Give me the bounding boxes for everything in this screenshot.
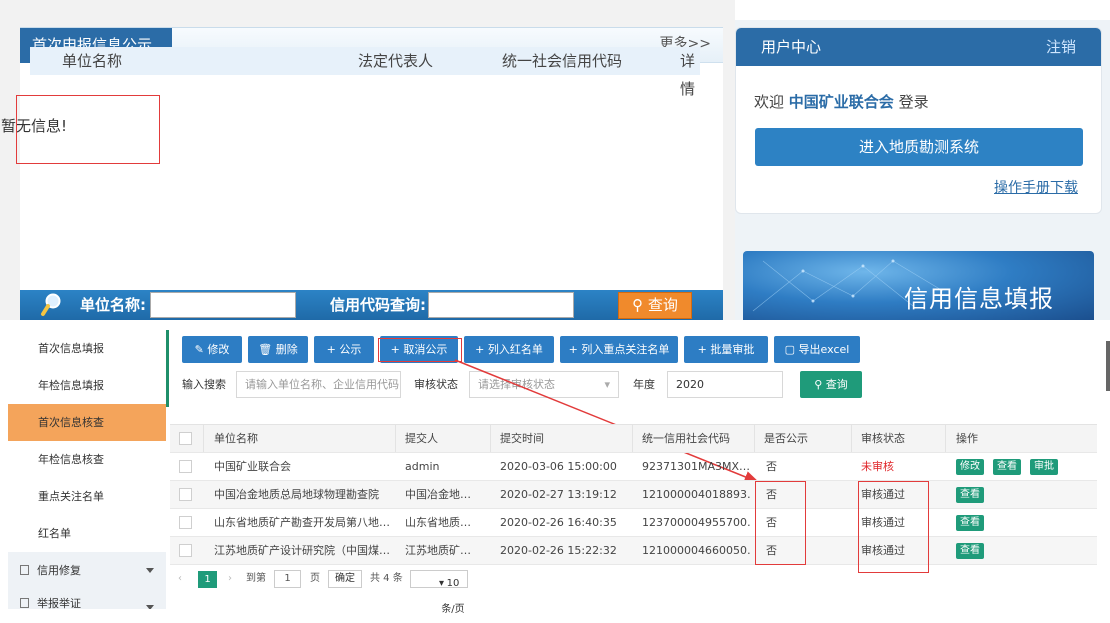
row-edit-button[interactable]: 修改 [956,459,984,475]
cell-code: 92371301MA3MX… [642,460,750,473]
cell-time: 2020-02-26 16:40:35 [500,516,617,529]
col-unit-name: 单位名称 [214,432,258,445]
col-actions: 操作 [956,432,978,445]
table-row[interactable]: 山东省地质矿产勘查开发局第八地… 山东省地质… 2020-02-26 16:40… [170,509,1097,537]
cell-time: 2020-02-27 13:19:12 [500,488,617,501]
table-row[interactable]: 中国冶金地质总局地球物理勘查院 中国冶金地… 2020-02-27 13:19:… [170,481,1097,509]
pagination: ‹ 1 › 到第 1 页 确定 共 4 条 10 条/页 ▾ [170,566,570,615]
col-status: 审核状态 [861,432,905,445]
total-count: 共 4 条 [370,573,403,584]
page-size-select[interactable]: 10 条/页 ▾ [410,570,468,615]
annotation-box [755,481,806,565]
goto-input[interactable]: 1 [274,570,301,588]
row-checkbox[interactable] [179,460,192,473]
table-row[interactable]: 江苏地质矿产设计研究院（中国煤… 江苏地质矿… 2020-02-26 15:22… [170,537,1097,565]
annotation-box [858,481,929,573]
cell-code: 121000004660050… [642,544,750,557]
prev-page-icon[interactable]: ‹ [178,566,182,592]
table-header: 单位名称 提交人 提交时间 统一信用社会代码 是否公示 审核状态 操作 [170,425,1097,453]
chevron-down-icon: ▾ [439,578,445,589]
cell-public: 否 [766,460,777,473]
cell-submitter: 山东省地质… [405,516,471,529]
cell-time: 2020-02-26 15:22:32 [500,544,617,557]
page-current[interactable]: 1 [198,571,217,588]
row-approve-button[interactable]: 审批 [1030,459,1058,475]
goto-label: 到第 [246,573,266,584]
cell-unit-name: 江苏地质矿产设计研究院（中国煤… [214,544,389,557]
data-table: 单位名称 提交人 提交时间 统一信用社会代码 是否公示 审核状态 操作 中国矿业… [170,424,1097,565]
row-view-button[interactable]: 查看 [956,543,984,559]
cell-unit-name: 中国矿业联合会 [214,460,291,473]
row-checkbox[interactable] [179,488,192,501]
scroll-handle[interactable] [1106,341,1110,391]
col-public: 是否公示 [764,432,808,445]
next-page-icon[interactable]: › [228,566,232,592]
cell-submitter: 江苏地质矿… [405,544,471,557]
row-view-button[interactable]: 查看 [956,487,984,503]
cell-unit-name: 中国冶金地质总局地球物理勘查院 [214,488,379,501]
col-submitter: 提交人 [405,432,438,445]
select-all-checkbox[interactable] [179,432,192,445]
col-code: 统一信用社会代码 [642,432,730,445]
col-time: 提交时间 [500,432,544,445]
row-checkbox[interactable] [179,516,192,529]
row-view-button[interactable]: 查看 [993,459,1021,475]
goto-confirm-button[interactable]: 确定 [328,570,362,588]
page-label: 页 [310,573,320,584]
cell-code: 121000004018893… [642,488,750,501]
cell-unit-name: 山东省地质矿产勘查开发局第八地… [214,516,389,529]
cell-time: 2020-03-06 15:00:00 [500,460,617,473]
cell-code: 123700004955700… [642,516,750,529]
row-checkbox[interactable] [179,544,192,557]
cell-submitter: 中国冶金地… [405,488,471,501]
cell-status: 未审核 [861,460,894,473]
table-row[interactable]: 中国矿业联合会 admin 2020-03-06 15:00:00 923713… [170,453,1097,481]
row-view-button[interactable]: 查看 [956,515,984,531]
cell-submitter: admin [405,460,440,473]
